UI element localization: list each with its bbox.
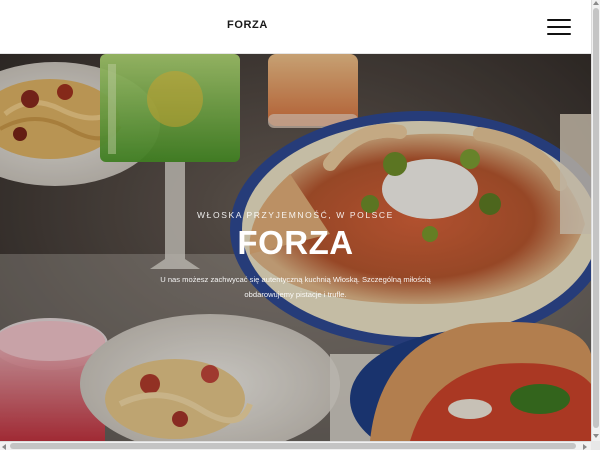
site-header: FORZA bbox=[0, 0, 591, 54]
scroll-down-icon[interactable] bbox=[593, 434, 599, 438]
menu-bar bbox=[547, 26, 571, 29]
hero-section: WŁOSKA PRZYJEMNOŚĆ, W POLSCE FORZA U nas… bbox=[0, 54, 591, 441]
menu-bar bbox=[547, 33, 571, 36]
browser-viewport: FORZA WŁOSKA PRZYJEMNOŚĆ, W POLSCE FORZA… bbox=[0, 0, 600, 450]
scroll-right-icon[interactable] bbox=[583, 444, 587, 450]
scroll-up-icon[interactable] bbox=[593, 1, 599, 5]
site-logo[interactable]: FORZA bbox=[227, 19, 268, 31]
horizontal-scroll-thumb[interactable] bbox=[10, 443, 576, 449]
scrollbar-corner bbox=[591, 441, 600, 450]
hero-description: U nas możesz zachwycać się autentyczną k… bbox=[160, 275, 431, 299]
vertical-scroll-thumb[interactable] bbox=[593, 8, 599, 428]
hamburger-menu-icon[interactable] bbox=[547, 19, 571, 36]
hero-subtitle: WŁOSKA PRZYJEMNOŚĆ, W POLSCE bbox=[197, 210, 394, 220]
scroll-left-icon[interactable] bbox=[2, 444, 6, 450]
menu-bar bbox=[547, 19, 571, 22]
hero-title: FORZA bbox=[237, 224, 354, 261]
horizontal-scrollbar[interactable] bbox=[0, 441, 591, 450]
vertical-scrollbar[interactable] bbox=[591, 0, 600, 441]
